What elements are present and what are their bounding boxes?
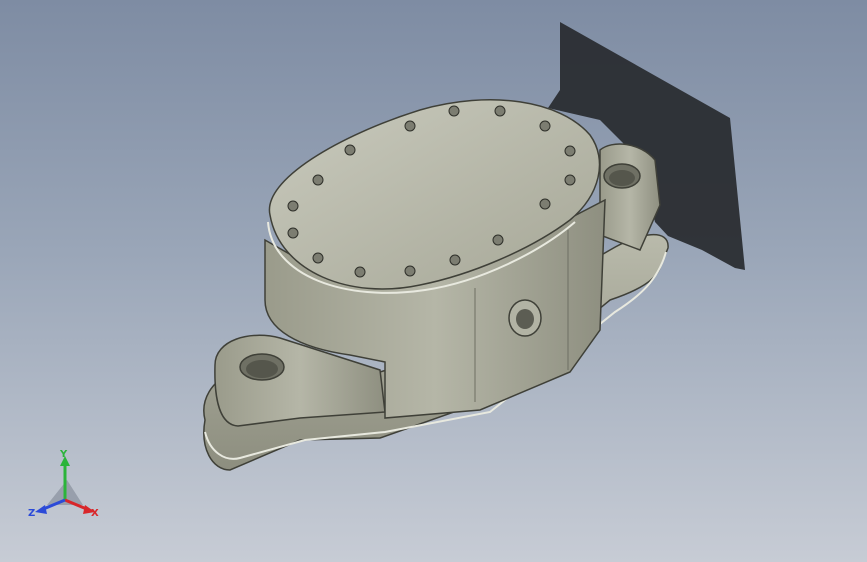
3d-viewport[interactable]: Y X Z bbox=[0, 0, 867, 562]
axis-triad[interactable]: Y X Z bbox=[25, 450, 105, 530]
y-axis-label: Y bbox=[59, 450, 68, 460]
z-axis-label: Z bbox=[28, 508, 35, 519]
model-scene bbox=[203, 22, 745, 471]
x-axis-label: X bbox=[91, 508, 99, 519]
